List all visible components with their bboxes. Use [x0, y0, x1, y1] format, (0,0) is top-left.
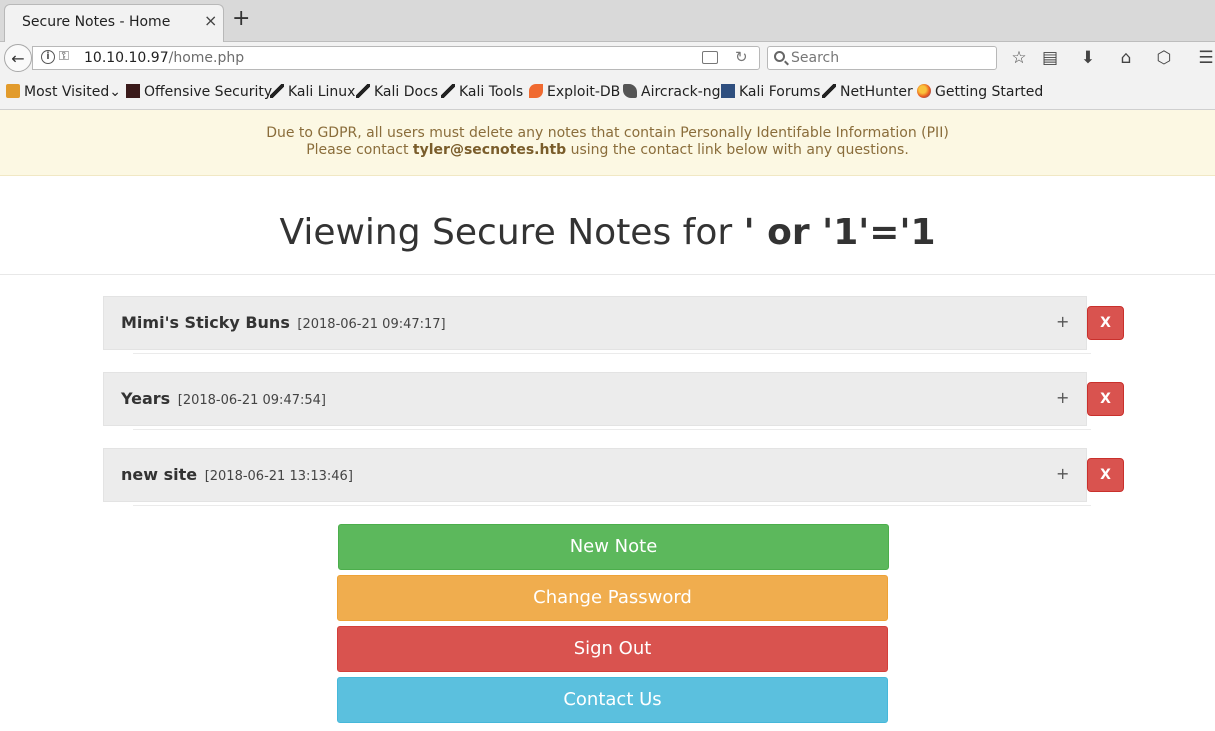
note-title: new site [2018-06-21 13:13:46] [121, 465, 353, 484]
reload-icon[interactable]: ↻ [735, 48, 748, 66]
note-date: [2018-06-21 09:47:17] [297, 317, 446, 332]
bookmark-most-visited[interactable]: Most Visited⌄ [6, 84, 121, 100]
page-title: Viewing Secure Notes for ' or '1'='1 [0, 212, 1215, 253]
delete-note-button[interactable]: X [1087, 306, 1124, 340]
firefox-icon [917, 84, 931, 98]
bookmark-offensive-security[interactable]: Offensive Security [126, 84, 272, 100]
note-title: Years [2018-06-21 09:47:54] [121, 389, 326, 408]
url-bar[interactable]: i ⚿ 10.10.10.97/home.php ↻ [32, 46, 760, 70]
home-icon[interactable]: ⌂ [1115, 47, 1137, 69]
search-icon [774, 51, 785, 62]
bookmarks-bar: Most Visited⌄ Offensive Security Kali Li… [0, 74, 1215, 110]
bookmark-kali-tools[interactable]: Kali Tools [441, 84, 523, 100]
kali-dragon-icon [822, 84, 836, 98]
bookmark-label: Kali Forums [739, 84, 821, 100]
bookmark-label: Kali Docs [374, 84, 439, 100]
note-item[interactable]: new site [2018-06-21 13:13:46] + [103, 448, 1087, 502]
bookmark-label: Kali Linux [288, 84, 356, 100]
gdpr-line-1: Due to GDPR, all users must delete any n… [266, 125, 949, 141]
browser-tab-bar: Secure Notes - Home × + [0, 0, 1215, 42]
bookmark-kali-docs[interactable]: Kali Docs [356, 84, 438, 100]
note-date: [2018-06-21 09:47:54] [177, 393, 326, 408]
key-icon[interactable]: ⚿ [59, 49, 69, 64]
url-path: /home.php [168, 50, 245, 66]
note-date: [2018-06-21 13:13:46] [204, 469, 353, 484]
kali-forums-icon [721, 84, 735, 98]
bookmark-label: Exploit-DB [547, 84, 621, 100]
contact-us-button[interactable]: Contact Us [337, 677, 888, 723]
delete-note-button[interactable]: X [1087, 382, 1124, 416]
note-title: Mimi's Sticky Buns [2018-06-21 09:47:17] [121, 313, 446, 332]
note-title-text: Years [121, 389, 171, 408]
new-tab-icon[interactable]: + [232, 8, 250, 30]
reading-list-icon[interactable]: ▤ [1039, 47, 1061, 69]
note-title-text: Mimi's Sticky Buns [121, 313, 290, 332]
gdpr-contact-suffix: using the contact link below with any qu… [566, 142, 909, 158]
back-arrow-icon: ← [11, 48, 25, 68]
url-text[interactable]: 10.10.10.97/home.php [84, 50, 244, 66]
note-title-text: new site [121, 465, 198, 484]
kali-dragon-icon [356, 84, 370, 98]
bookmark-getting-started[interactable]: Getting Started [917, 84, 1043, 100]
bookmark-label: Most Visited [24, 84, 110, 100]
gdpr-line-2: Please contact tyler@secnotes.htb using … [0, 142, 1215, 159]
menu-icon[interactable]: ☰ [1195, 47, 1215, 69]
back-button[interactable]: ← [4, 44, 32, 72]
browser-nav-bar: i ⚿ 10.10.10.97/home.php ↻ ← Search ☆ ▤ … [0, 42, 1215, 74]
downloads-icon[interactable]: ⬇ [1077, 47, 1099, 69]
tab-title: Secure Notes - Home [22, 14, 171, 30]
reader-view-icon[interactable] [702, 51, 718, 64]
sign-out-button[interactable]: Sign Out [337, 626, 888, 672]
expand-plus-icon[interactable]: + [1056, 388, 1069, 407]
current-username: ' or '1'='1 [743, 212, 936, 253]
bookmark-star-icon[interactable]: ☆ [1008, 47, 1030, 69]
gdpr-contact-prefix: Please contact [306, 142, 413, 158]
bookmark-label: Getting Started [935, 84, 1044, 100]
aircrack-icon [623, 84, 637, 98]
bookmark-label: Offensive Security [144, 84, 273, 100]
new-note-button[interactable]: New Note [338, 524, 889, 570]
bookmark-nethunter[interactable]: NetHunter [822, 84, 913, 100]
search-input[interactable]: Search [767, 46, 997, 70]
note-body-collapsed [133, 426, 1091, 430]
expand-plus-icon[interactable]: + [1056, 312, 1069, 331]
delete-note-button[interactable]: X [1087, 458, 1124, 492]
gdpr-notice-banner: Due to GDPR, all users must delete any n… [0, 110, 1215, 176]
note-item[interactable]: Years [2018-06-21 09:47:54] + [103, 372, 1087, 426]
folder-icon [6, 84, 20, 98]
url-host: 10.10.10.97 [84, 50, 169, 66]
bookmark-aircrack-ng[interactable]: Aircrack-ng [623, 84, 721, 100]
chevron-down-icon: ⌄ [109, 84, 121, 100]
contact-email: tyler@secnotes.htb [412, 142, 567, 158]
bookmark-kali-forums[interactable]: Kali Forums [721, 84, 820, 100]
note-body-collapsed [133, 350, 1091, 354]
kali-dragon-icon [270, 84, 284, 98]
divider [0, 274, 1215, 275]
note-item[interactable]: Mimi's Sticky Buns [2018-06-21 09:47:17]… [103, 296, 1087, 350]
search-placeholder: Search [791, 50, 840, 66]
info-icon[interactable]: i [41, 50, 55, 64]
bookmark-exploit-db[interactable]: Exploit-DB [529, 84, 620, 100]
bookmark-label: Kali Tools [459, 84, 524, 100]
bookmark-kali-linux[interactable]: Kali Linux [270, 84, 355, 100]
close-tab-icon[interactable]: × [204, 13, 217, 29]
pocket-icon[interactable]: ⬡ [1153, 47, 1175, 69]
bookmark-label: Aircrack-ng [641, 84, 721, 100]
kali-dragon-icon [441, 84, 455, 98]
browser-tab[interactable]: Secure Notes - Home × [4, 4, 224, 42]
note-body-collapsed [133, 502, 1091, 506]
expand-plus-icon[interactable]: + [1056, 464, 1069, 483]
exploit-db-icon [529, 84, 543, 98]
offsec-icon [126, 84, 140, 98]
page-title-prefix: Viewing Secure Notes for [279, 212, 744, 253]
change-password-button[interactable]: Change Password [337, 575, 888, 621]
bookmark-label: NetHunter [840, 84, 913, 100]
